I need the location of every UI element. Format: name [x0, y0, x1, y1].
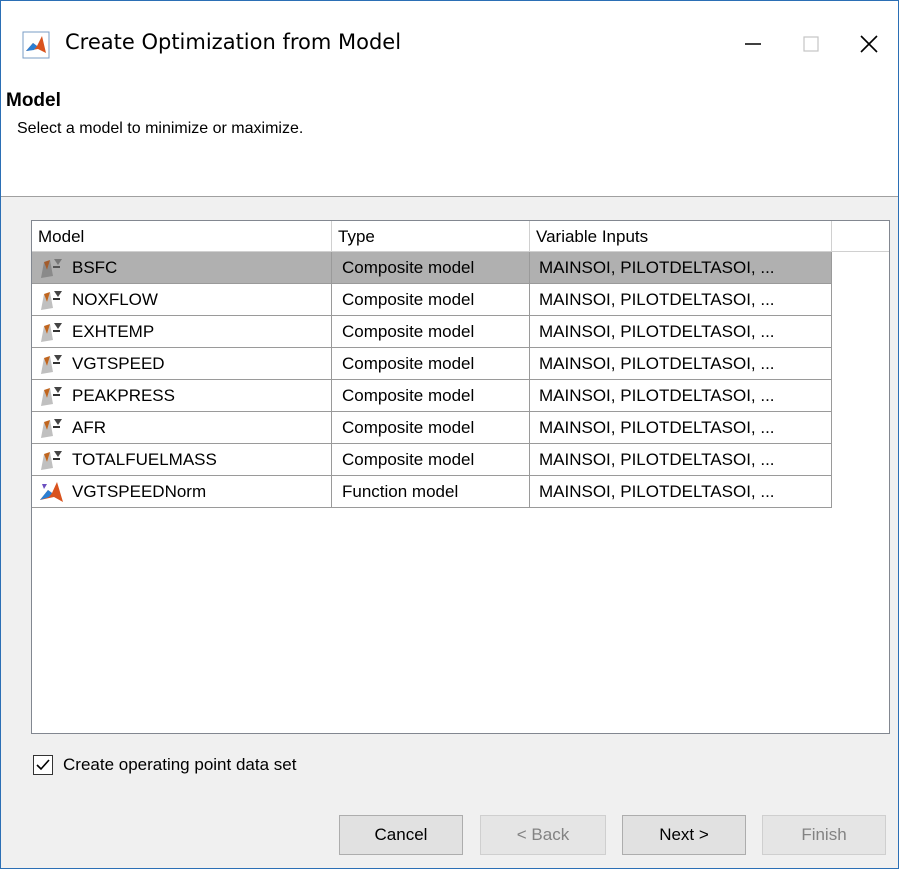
model-cell: AFR	[32, 412, 332, 444]
minimize-icon	[745, 43, 761, 45]
variable-inputs-cell: MAINSOI, PILOTDELTASOI, ...	[530, 284, 832, 316]
variable-inputs-cell: MAINSOI, PILOTDELTASOI, ...	[530, 476, 832, 508]
composite-model-icon	[41, 259, 62, 278]
composite-model-icon	[41, 387, 62, 406]
model-name: NOXFLOW	[72, 290, 158, 309]
finish-button[interactable]: Finish	[762, 815, 886, 855]
function-model-icon	[40, 482, 63, 502]
create-dataset-checkbox[interactable]	[33, 755, 53, 775]
model-cell: EXHTEMP	[32, 316, 332, 348]
table-row[interactable]: VGTSPEED Composite model MAINSOI, PILOTD…	[32, 348, 832, 380]
model-cell: TOTALFUELMASS	[32, 444, 332, 476]
model-cell: BSFC	[32, 252, 332, 284]
type-cell: Composite model	[332, 444, 530, 476]
section-title: Model	[6, 90, 61, 111]
title-bar[interactable]: Create Optimization from Model	[1, 1, 898, 78]
model-name: EXHTEMP	[72, 322, 155, 341]
close-button[interactable]	[839, 21, 898, 67]
model-cell: VGTSPEED	[32, 348, 332, 380]
type-cell: Composite model	[332, 380, 530, 412]
type-cell: Composite model	[332, 284, 530, 316]
cancel-button[interactable]: Cancel	[339, 815, 463, 855]
model-cell: PEAKPRESS	[32, 380, 332, 412]
model-name: TOTALFUELMASS	[72, 450, 217, 469]
composite-model-icon	[41, 291, 62, 310]
variable-inputs-cell: MAINSOI, PILOTDELTASOI, ...	[530, 252, 832, 284]
variable-inputs-cell: MAINSOI, PILOTDELTASOI, ...	[530, 380, 832, 412]
type-cell: Composite model	[332, 412, 530, 444]
model-name: PEAKPRESS	[72, 386, 175, 405]
column-header-variable-inputs[interactable]: Variable Inputs	[530, 221, 832, 252]
create-dataset-label[interactable]: Create operating point data set	[63, 755, 296, 775]
wizard-header: Model Select a model to minimize or maxi…	[1, 78, 898, 197]
column-header-type[interactable]: Type	[332, 221, 530, 252]
minimize-button[interactable]	[723, 21, 783, 67]
type-cell: Function model	[332, 476, 530, 508]
matlab-icon	[22, 31, 50, 59]
table-row[interactable]: NOXFLOW Composite model MAINSOI, PILOTDE…	[32, 284, 832, 316]
table-row[interactable]: VGTSPEEDNorm Function model MAINSOI, PIL…	[32, 476, 832, 508]
model-table: Model Type Variable Inputs BSFC Composit…	[31, 220, 890, 734]
checkmark-icon	[36, 759, 50, 771]
next-button[interactable]: Next >	[622, 815, 746, 855]
table-row[interactable]: TOTALFUELMASS Composite model MAINSOI, P…	[32, 444, 832, 476]
type-cell: Composite model	[332, 316, 530, 348]
table-header: Model Type Variable Inputs	[32, 221, 889, 252]
section-description: Select a model to minimize or maximize.	[17, 120, 304, 137]
model-name: BSFC	[72, 258, 118, 277]
table-row[interactable]: PEAKPRESS Composite model MAINSOI, PILOT…	[32, 380, 832, 412]
variable-inputs-cell: MAINSOI, PILOTDELTASOI, ...	[530, 316, 832, 348]
maximize-button	[781, 21, 841, 67]
column-header-filler	[832, 221, 889, 252]
table-row[interactable]: BSFC Composite model MAINSOI, PILOTDELTA…	[32, 252, 832, 284]
composite-model-icon	[41, 323, 62, 342]
column-header-model[interactable]: Model	[32, 221, 332, 252]
model-cell: VGTSPEEDNorm	[32, 476, 332, 508]
model-name: VGTSPEEDNorm	[72, 482, 207, 501]
window-title: Create Optimization from Model	[65, 30, 402, 54]
composite-model-icon	[41, 419, 62, 438]
maximize-icon	[803, 36, 819, 52]
type-cell: Composite model	[332, 252, 530, 284]
variable-inputs-cell: MAINSOI, PILOTDELTASOI, ...	[530, 444, 832, 476]
close-icon	[860, 35, 878, 53]
back-button[interactable]: < Back	[480, 815, 606, 855]
type-cell: Composite model	[332, 348, 530, 380]
composite-model-icon	[41, 355, 62, 374]
model-name: VGTSPEED	[72, 354, 165, 373]
dialog-window: Create Optimization from Model Model Sel…	[0, 0, 899, 869]
variable-inputs-cell: MAINSOI, PILOTDELTASOI, ...	[530, 412, 832, 444]
model-cell: NOXFLOW	[32, 284, 332, 316]
table-row[interactable]: AFR Composite model MAINSOI, PILOTDELTAS…	[32, 412, 832, 444]
table-row[interactable]: EXHTEMP Composite model MAINSOI, PILOTDE…	[32, 316, 832, 348]
composite-model-icon	[41, 451, 62, 470]
model-name: AFR	[72, 418, 106, 437]
variable-inputs-cell: MAINSOI, PILOTDELTASOI, ...	[530, 348, 832, 380]
